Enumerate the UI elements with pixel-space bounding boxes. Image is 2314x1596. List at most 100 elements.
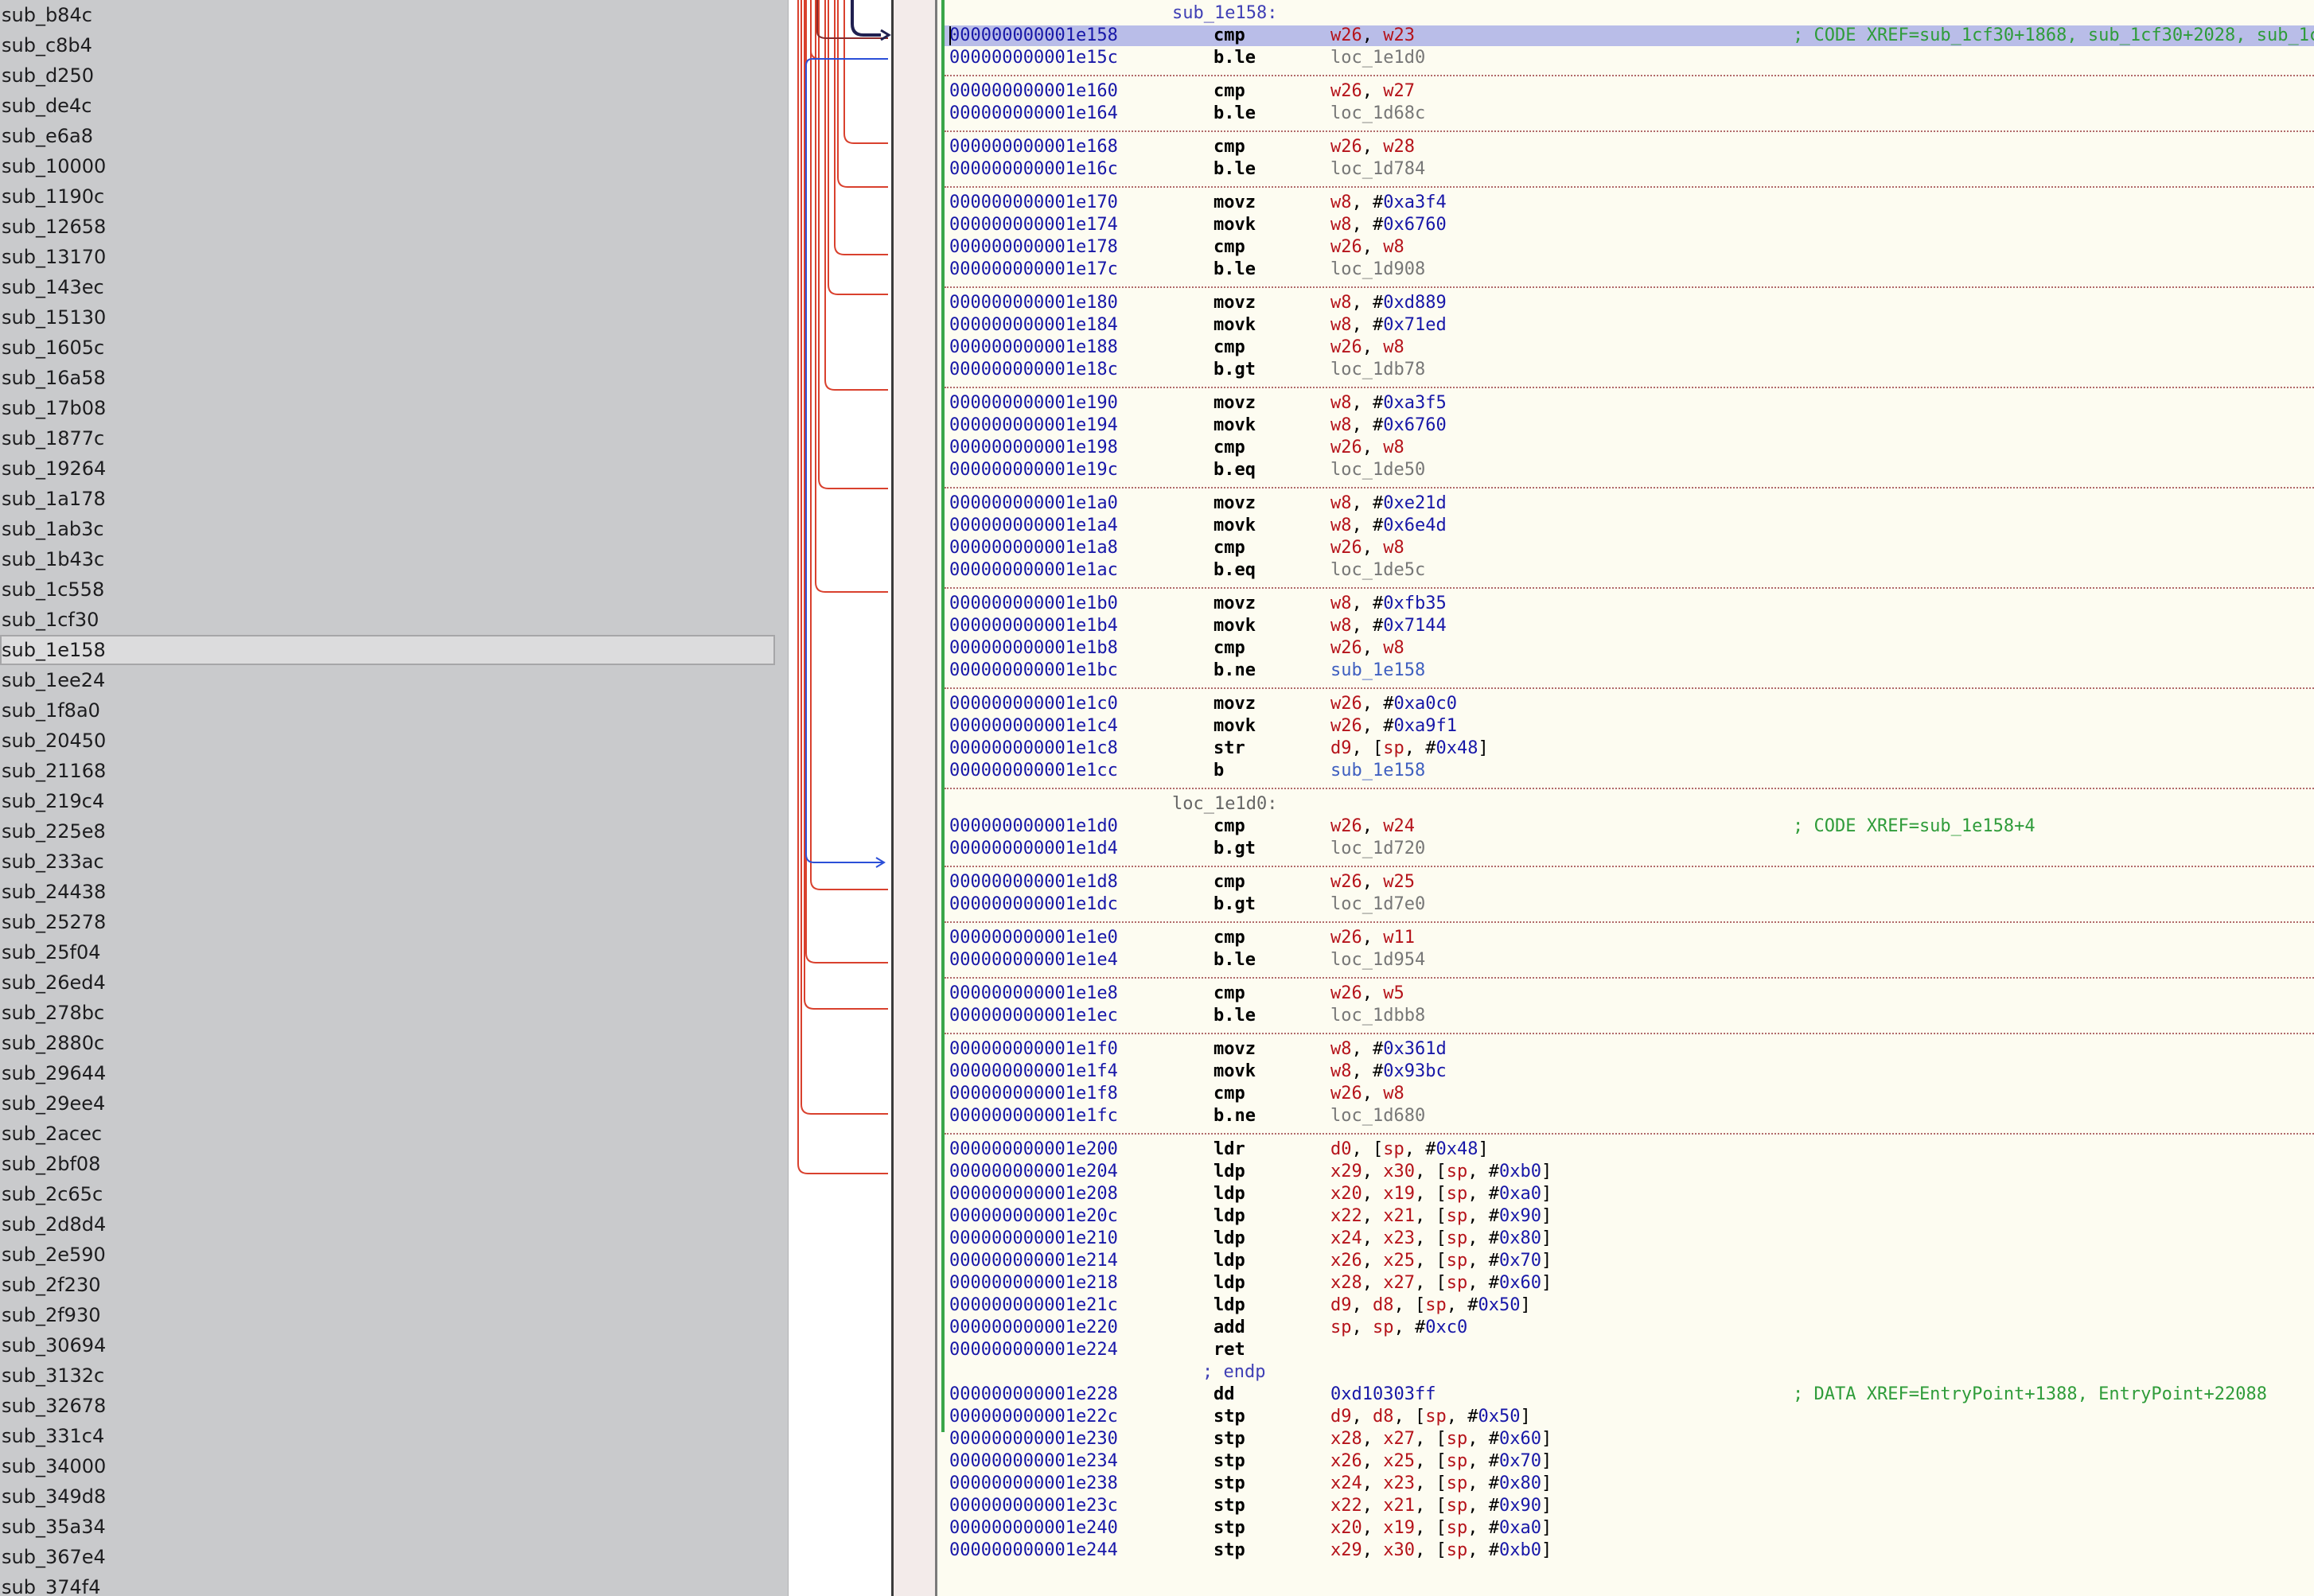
instruction-address[interactable]: 000000000001e194	[949, 415, 1118, 436]
sidebar-item-sub_1605c[interactable]: sub_1605c	[0, 333, 788, 363]
instruction-address[interactable]: 000000000001e170	[949, 193, 1118, 213]
sidebar-item-sub_1190c[interactable]: sub_1190c	[0, 181, 788, 212]
instruction-address[interactable]: 000000000001e174	[949, 215, 1118, 236]
instruction-mnemonic[interactable]: movk	[1213, 516, 1256, 536]
instruction-operands[interactable]: x20, x19, [sp, #0xa0]	[1330, 1184, 1552, 1205]
instruction-mnemonic[interactable]: dd	[1213, 1384, 1235, 1405]
instruction-row[interactable]: 000000000001e23c stp x22, x21, [sp, #0x90]	[945, 1496, 2314, 1516]
sidebar-item-sub_367e4[interactable]: sub_367e4	[0, 1542, 788, 1572]
instruction-address[interactable]: 000000000001e168	[949, 137, 1118, 158]
instruction-address[interactable]: 000000000001e238	[949, 1473, 1118, 1494]
sidebar-item-sub_1ab3c[interactable]: sub_1ab3c	[0, 514, 788, 544]
instruction-operands[interactable]: x29, x30, [sp, #0xb0]	[1330, 1540, 1552, 1561]
instruction-operands[interactable]: w8, #0x7144	[1330, 616, 1447, 636]
instruction-mnemonic[interactable]: cmp	[1213, 237, 1245, 258]
instruction-mnemonic[interactable]: movz	[1213, 493, 1256, 514]
instruction-mnemonic[interactable]: movz	[1213, 193, 1256, 213]
instruction-row[interactable]: 000000000001e1f8 cmp w26, w8	[945, 1084, 2314, 1104]
instruction-operands[interactable]: w26, #0xa9f1	[1330, 716, 1457, 737]
instruction-row[interactable]: 000000000001e1cc b sub_1e158	[945, 761, 2314, 781]
instruction-row[interactable]: 000000000001e1b0 movz w8, #0xfb35	[945, 594, 2314, 614]
instruction-mnemonic[interactable]: cmp	[1213, 638, 1245, 659]
instruction-mnemonic[interactable]: ldp	[1213, 1251, 1245, 1271]
sidebar-item-sub_1cf30[interactable]: sub_1cf30	[0, 605, 788, 635]
instruction-address[interactable]: 000000000001e1c4	[949, 716, 1118, 737]
sidebar-item-sub_25278[interactable]: sub_25278	[0, 907, 788, 937]
instruction-row[interactable]: 000000000001e1dc b.gt loc_1d7e0	[945, 894, 2314, 915]
xref-comment[interactable]: ; CODE XREF=sub_1e158+4	[1793, 816, 2035, 837]
instruction-mnemonic[interactable]: ldr	[1213, 1139, 1245, 1160]
instruction-mnemonic[interactable]: stp	[1213, 1540, 1245, 1561]
instruction-operands[interactable]: w8, #0xa3f4	[1330, 193, 1447, 213]
label-text[interactable]: sub_1e158:	[1172, 3, 1277, 24]
instruction-row[interactable]: 000000000001e18c b.gt loc_1db78	[945, 360, 2314, 380]
instruction-address[interactable]: 000000000001e1dc	[949, 894, 1118, 915]
instruction-address[interactable]: 000000000001e224	[949, 1340, 1118, 1360]
instruction-operands[interactable]: loc_1d720	[1330, 839, 1425, 859]
sidebar-item-sub_225e8[interactable]: sub_225e8	[0, 816, 788, 847]
instruction-mnemonic[interactable]: b.le	[1213, 48, 1256, 68]
instruction-row[interactable]: 000000000001e1f0 movz w8, #0x361d	[945, 1039, 2314, 1060]
instruction-mnemonic[interactable]: movk	[1213, 716, 1256, 737]
instruction-address[interactable]: 000000000001e1e4	[949, 950, 1118, 971]
instruction-row[interactable]: 000000000001e1ac b.eq loc_1de5c	[945, 560, 2314, 581]
instruction-operands[interactable]: w8, #0x71ed	[1330, 315, 1447, 336]
instruction-address[interactable]: 000000000001e244	[949, 1540, 1118, 1561]
instruction-address[interactable]: 000000000001e230	[949, 1429, 1118, 1450]
sidebar-item-sub_29ee4[interactable]: sub_29ee4	[0, 1088, 788, 1119]
instruction-address[interactable]: 000000000001e1e8	[949, 983, 1118, 1004]
sidebar-item-sub_10000[interactable]: sub_10000	[0, 151, 788, 181]
instruction-mnemonic[interactable]: ldp	[1213, 1295, 1245, 1316]
instruction-address[interactable]: 000000000001e1b0	[949, 594, 1118, 614]
instruction-row[interactable]: 000000000001e208 ldp x20, x19, [sp, #0xa0]	[945, 1184, 2314, 1205]
instruction-address[interactable]: 000000000001e22c	[949, 1407, 1118, 1427]
instruction-row[interactable]: 000000000001e238 stp x24, x23, [sp, #0x80]	[945, 1473, 2314, 1494]
instruction-operands[interactable]: w26, w8	[1330, 237, 1404, 258]
instruction-address[interactable]: 000000000001e1c0	[949, 694, 1118, 714]
instruction-operands[interactable]: w26, w23	[1330, 25, 1415, 46]
instruction-address[interactable]: 000000000001e1c8	[949, 738, 1118, 759]
sidebar-item-sub_e6a8[interactable]: sub_e6a8	[0, 121, 788, 151]
instruction-operands[interactable]: w8, #0xd889	[1330, 293, 1447, 313]
instruction-mnemonic[interactable]: b	[1213, 761, 1224, 781]
instruction-mnemonic[interactable]: b.le	[1213, 103, 1256, 124]
sidebar-item-sub_1877c[interactable]: sub_1877c	[0, 423, 788, 453]
instruction-mnemonic[interactable]: movk	[1213, 616, 1256, 636]
instruction-row[interactable]: 000000000001e21c ldp d9, d8, [sp, #0x50]	[945, 1295, 2314, 1316]
instruction-mnemonic[interactable]: movk	[1213, 215, 1256, 236]
instruction-mnemonic[interactable]: movz	[1213, 293, 1256, 313]
instruction-row[interactable]: 000000000001e19c b.eq loc_1de50	[945, 460, 2314, 481]
instruction-row[interactable]: 000000000001e180 movz w8, #0xd889	[945, 293, 2314, 313]
instruction-row[interactable]: 000000000001e1a0 movz w8, #0xe21d	[945, 493, 2314, 514]
instruction-address[interactable]: 000000000001e1b8	[949, 638, 1118, 659]
instruction-address[interactable]: 000000000001e164	[949, 103, 1118, 124]
sidebar-item-sub_2e590[interactable]: sub_2e590	[0, 1240, 788, 1270]
sidebar-item-sub_35a34[interactable]: sub_35a34	[0, 1512, 788, 1542]
instruction-operands[interactable]: loc_1dbb8	[1330, 1006, 1425, 1026]
instruction-row[interactable]: 000000000001e1c0 movz w26, #0xa0c0	[945, 694, 2314, 714]
instruction-operands[interactable]: d0, [sp, #0x48]	[1330, 1139, 1489, 1160]
instruction-mnemonic[interactable]: stp	[1213, 1518, 1245, 1539]
instruction-mnemonic[interactable]: ldp	[1213, 1206, 1245, 1227]
instruction-address[interactable]: 000000000001e20c	[949, 1206, 1118, 1227]
code-label[interactable]: loc_1e1d0:	[945, 794, 2314, 815]
instruction-mnemonic[interactable]: cmp	[1213, 872, 1245, 893]
instruction-row[interactable]: 000000000001e1b8 cmp w26, w8	[945, 638, 2314, 659]
instruction-operands[interactable]: loc_1d908	[1330, 259, 1425, 280]
instruction-address[interactable]: 000000000001e19c	[949, 460, 1118, 481]
instruction-address[interactable]: 000000000001e198	[949, 438, 1118, 458]
sidebar-item-sub_349d8[interactable]: sub_349d8	[0, 1481, 788, 1512]
sidebar-item-sub_19264[interactable]: sub_19264	[0, 453, 788, 484]
instruction-row[interactable]: 000000000001e244 stp x29, x30, [sp, #0xb0]	[945, 1540, 2314, 1561]
instruction-mnemonic[interactable]: cmp	[1213, 337, 1245, 358]
sidebar-item-sub_278bc[interactable]: sub_278bc	[0, 998, 788, 1028]
sidebar-item-sub_25f04[interactable]: sub_25f04	[0, 937, 788, 967]
instruction-operands[interactable]: w8, #0x6760	[1330, 215, 1447, 236]
instruction-address[interactable]: 000000000001e1f8	[949, 1084, 1118, 1104]
instruction-row[interactable]: 000000000001e1d8 cmp w26, w25	[945, 872, 2314, 893]
instruction-operands[interactable]: loc_1db78	[1330, 360, 1425, 380]
label-text[interactable]: loc_1e1d0:	[1172, 794, 1277, 815]
instruction-row[interactable]: 000000000001e240 stp x20, x19, [sp, #0xa0]	[945, 1518, 2314, 1539]
sidebar-item-sub_34000[interactable]: sub_34000	[0, 1451, 788, 1481]
instruction-operands[interactable]: loc_1de5c	[1330, 560, 1425, 581]
